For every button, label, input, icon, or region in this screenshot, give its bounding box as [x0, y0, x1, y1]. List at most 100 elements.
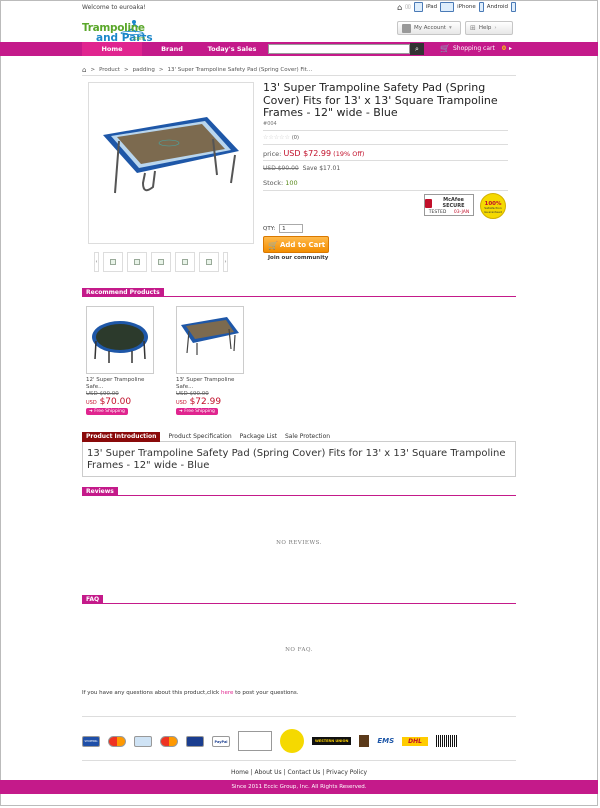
ems-logo: EMS: [377, 737, 395, 745]
tab-product-specification[interactable]: Product Specification: [168, 432, 231, 442]
round-trampoline-image: [92, 321, 148, 363]
product-main-image[interactable]: [88, 82, 254, 244]
ups-icon: [359, 735, 370, 747]
image-placeholder-icon: [182, 259, 188, 265]
help-grid-icon: ⊞: [470, 24, 476, 32]
phone-icon[interactable]: [511, 2, 516, 12]
breadcrumb-item[interactable]: Product: [99, 67, 120, 73]
product-thumbnail[interactable]: [86, 306, 154, 374]
home-icon[interactable]: ⌂: [397, 3, 402, 12]
ipad-icon[interactable]: [413, 2, 423, 12]
search-icon: ⌕: [415, 45, 419, 53]
cart-arrow-icon: ▸: [509, 45, 513, 52]
device-android[interactable]: Android: [487, 4, 508, 10]
mcafee-text: McAfee SECURE: [442, 197, 465, 209]
product-thumbnail[interactable]: [176, 306, 244, 374]
trampoline-pad-image: [181, 317, 239, 355]
device-links: ⌂ ▯▯ iPad iPhone Android: [397, 2, 516, 12]
cart-label: Shopping cart: [452, 45, 495, 52]
trampoline-pad-image: [103, 117, 239, 194]
tab-product-introduction[interactable]: Product Introduction: [82, 431, 161, 442]
satisfaction-text: Satisfaction Guaranteed: [484, 206, 502, 214]
question-line: If you have any questions about this pro…: [82, 690, 299, 696]
add-to-cart-button[interactable]: 🛒 Add to Cart: [263, 236, 329, 253]
no-faq-text: NO FAQ.: [285, 647, 313, 653]
tested-date: 03-JAN: [453, 210, 470, 215]
recommend-item[interactable]: 12' Super Trampoline Safe... USD $90.00 …: [86, 306, 156, 415]
recommend-price: USD $72.99: [176, 397, 222, 407]
dhl-logo: DHL: [402, 736, 428, 746]
recommend-title: Recommend Products: [82, 288, 164, 297]
breadcrumb-item[interactable]: padding: [133, 67, 155, 73]
welcome-text: Welcome to euroaka!: [82, 4, 146, 11]
search-input[interactable]: [268, 44, 410, 54]
thumbnail[interactable]: [103, 252, 123, 272]
product-introduction-text: 13' Super Trampoline Safety Pad (Spring …: [82, 442, 516, 477]
thumbnail[interactable]: [175, 252, 195, 272]
product-tabs: Product Introduction Product Specificati…: [82, 431, 516, 442]
join-community-link[interactable]: Join our community: [268, 255, 328, 261]
copyright-bar: Since 2011 Eccic Group, Inc. All Rights …: [0, 780, 598, 794]
thumbnail[interactable]: [199, 252, 219, 272]
shopping-cart[interactable]: 🛒 Shopping cart 0 ▸: [440, 44, 512, 53]
breadcrumb: ⌂ > Product > padding > 13' Super Trampo…: [82, 66, 313, 74]
device-ipad[interactable]: iPad: [426, 4, 437, 10]
mcafee-badge[interactable]: McAfee SECURE TESTED 03-JAN: [424, 194, 474, 216]
thumbnail[interactable]: [127, 252, 147, 272]
divider: [263, 190, 508, 191]
product-title: 13' Super Trampoline Safety Pad (Spring …: [263, 81, 498, 119]
divider: [263, 130, 508, 131]
divider: [263, 144, 508, 145]
footer-links: Home | About Us | Contact Us | Privacy P…: [230, 769, 368, 776]
price-line: price: USD $72.99 (19% Off): [263, 149, 364, 158]
stock-label: Stock:: [263, 179, 284, 187]
recommend-name[interactable]: 13' Super Trampoline Safe...: [176, 377, 246, 391]
recommend-heading: Recommend Products: [82, 288, 516, 297]
footer-link-about[interactable]: About Us: [255, 769, 282, 776]
divider: [82, 716, 516, 717]
help-button[interactable]: ⊞ Help ›: [465, 21, 513, 35]
quantity-input[interactable]: 1: [279, 224, 304, 233]
footer-link-privacy[interactable]: Privacy Policy: [326, 769, 367, 776]
qty-label: QTY:: [263, 225, 276, 232]
old-price-line: USD $90.00 Save $17.01: [263, 165, 340, 172]
product-sku: #004: [263, 121, 277, 127]
shield-icon: [425, 198, 432, 208]
recommend-price: USD $70.00: [86, 397, 132, 407]
save-amount: Save $17.01: [302, 165, 341, 172]
divider: [263, 160, 508, 161]
tab-sale-protection[interactable]: Sale Protection: [285, 432, 330, 442]
search-button[interactable]: ⌕: [410, 43, 424, 55]
my-account-button[interactable]: My Account ▾: [397, 21, 461, 35]
device-iphone[interactable]: iPhone: [457, 4, 476, 10]
add-to-cart-label: Add to Cart: [280, 241, 326, 249]
thumb-prev-icon[interactable]: ‹: [94, 252, 99, 272]
reviews-count: (0): [291, 135, 299, 141]
recommend-item[interactable]: 13' Super Trampoline Safe... USD $90.00 …: [176, 306, 246, 415]
android-icon[interactable]: [478, 2, 484, 12]
nav-home[interactable]: Home: [82, 42, 142, 56]
reviews-heading: Reviews: [82, 487, 516, 496]
barcode-icon: [436, 735, 458, 747]
thumb-next-icon[interactable]: ›: [223, 252, 228, 272]
my-account-label: My Account: [414, 25, 446, 31]
cart-icon: 🛒: [440, 44, 450, 53]
iphone-icon[interactable]: [440, 2, 455, 12]
rating-stars[interactable]: ☆☆☆☆☆ (0): [263, 134, 299, 141]
mastercard-icon: [108, 735, 126, 747]
nav-todays-sales[interactable]: Today's Sales: [200, 42, 264, 56]
thumbnail[interactable]: [151, 252, 171, 272]
divider: [82, 760, 516, 761]
home-icon[interactable]: ⌂: [82, 66, 86, 74]
paypal-icon: PayPal: [212, 735, 230, 747]
tab-package-list[interactable]: Package List: [240, 432, 277, 442]
mcafee-footer-icon: [238, 731, 272, 751]
post-question-link[interactable]: here: [221, 690, 233, 696]
footer-link-home[interactable]: Home: [231, 769, 249, 776]
nav-brand[interactable]: Brand: [150, 42, 194, 56]
cart-plus-icon: 🛒: [268, 241, 278, 250]
recommend-name[interactable]: 12' Super Trampoline Safe...: [86, 377, 156, 391]
discount-percent: (19% Off): [333, 150, 365, 158]
footer-link-contact[interactable]: Contact Us: [288, 769, 321, 776]
western-union-logo: WESTERN UNION: [312, 737, 352, 745]
